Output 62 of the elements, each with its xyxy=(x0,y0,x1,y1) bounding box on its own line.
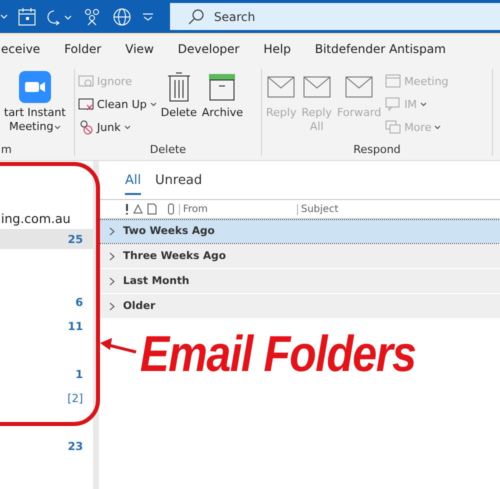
folder-item[interactable]: 11 xyxy=(0,309,93,333)
ignore-icon xyxy=(78,74,94,88)
ribbon-small-button[interactable]: Junk xyxy=(78,117,157,137)
trash-icon xyxy=(166,71,191,103)
people-icon[interactable] xyxy=(82,8,102,26)
column-header[interactable]: From xyxy=(179,204,293,214)
ribbon-button[interactable]: Archive xyxy=(200,69,244,143)
caret-icon[interactable] xyxy=(0,14,8,20)
search-field[interactable]: Search xyxy=(170,3,500,30)
filter-tab[interactable]: Unread xyxy=(155,173,202,195)
ribbon-tab[interactable]: View xyxy=(125,42,154,58)
callout-text: Email Folders xyxy=(140,326,416,384)
ribbon-tab[interactable]: Help xyxy=(263,42,291,58)
document-icon xyxy=(147,203,157,215)
unread-count: 6 xyxy=(75,296,83,309)
paperclip-icon xyxy=(167,203,175,215)
search-icon xyxy=(188,9,204,25)
column-header[interactable]: Subject xyxy=(297,204,500,214)
chat-icon xyxy=(385,97,402,111)
folder-item[interactable]: 25 xyxy=(0,229,93,249)
date-group-row[interactable]: Last Month xyxy=(99,269,500,294)
windows-stack-icon xyxy=(385,120,402,134)
folder-item[interactable]: [2] xyxy=(0,381,93,405)
folder-item[interactable]: ing.com.au xyxy=(0,207,93,229)
folder-item[interactable]: 1 xyxy=(0,333,93,381)
folder-name: ing.com.au xyxy=(1,210,71,226)
ribbon-button[interactable]: tart Instant Meeting xyxy=(3,69,67,143)
envelope-cleanup-icon xyxy=(78,97,94,111)
globe-icon[interactable] xyxy=(112,6,132,26)
date-group-row[interactable]: Older xyxy=(99,294,500,319)
unread-count: 23 xyxy=(68,440,83,453)
unread-count: [2] xyxy=(67,392,83,405)
person-blocked-icon xyxy=(78,119,94,135)
chevron-right-icon xyxy=(109,276,115,286)
group-label: m xyxy=(1,143,12,156)
pointer-arrow xyxy=(98,336,138,356)
folder-item[interactable]: 23 xyxy=(0,405,93,453)
ribbon-tab[interactable]: Developer xyxy=(178,42,240,58)
ribbon-tab[interactable]: Bitdefender Antispam xyxy=(314,42,446,58)
ribbon-button[interactable]: Delete xyxy=(160,69,198,143)
unread-count: 1 xyxy=(75,368,83,381)
ribbon-tab[interactable]: eceive xyxy=(1,42,40,58)
calendar-icon[interactable] xyxy=(18,8,36,26)
customize-toolbar-icon[interactable] xyxy=(142,12,154,22)
video-camera-icon xyxy=(18,71,51,103)
chevron-right-icon xyxy=(109,302,115,310)
group-label: Delete xyxy=(150,143,186,156)
date-group-row[interactable]: Three Weeks Ago xyxy=(99,244,500,269)
importance-icon xyxy=(125,203,129,215)
archive-box-icon xyxy=(207,71,238,103)
calendar-icon xyxy=(385,74,402,88)
unread-count: 25 xyxy=(68,232,83,246)
filter-tab[interactable]: All xyxy=(125,173,142,195)
unread-count: 11 xyxy=(68,320,83,333)
chevron-right-icon xyxy=(109,252,115,260)
ribbon-tab[interactable]: Folder xyxy=(64,42,102,58)
undo-arrow-icon[interactable] xyxy=(46,8,72,26)
folder-item[interactable]: 6 xyxy=(0,249,93,309)
chevron-right-icon xyxy=(109,226,115,236)
date-group-row[interactable]: Two Weeks Ago xyxy=(99,219,500,244)
group-label: Respond xyxy=(353,143,401,156)
ribbon-small-button[interactable]: Clean Up xyxy=(78,94,157,114)
